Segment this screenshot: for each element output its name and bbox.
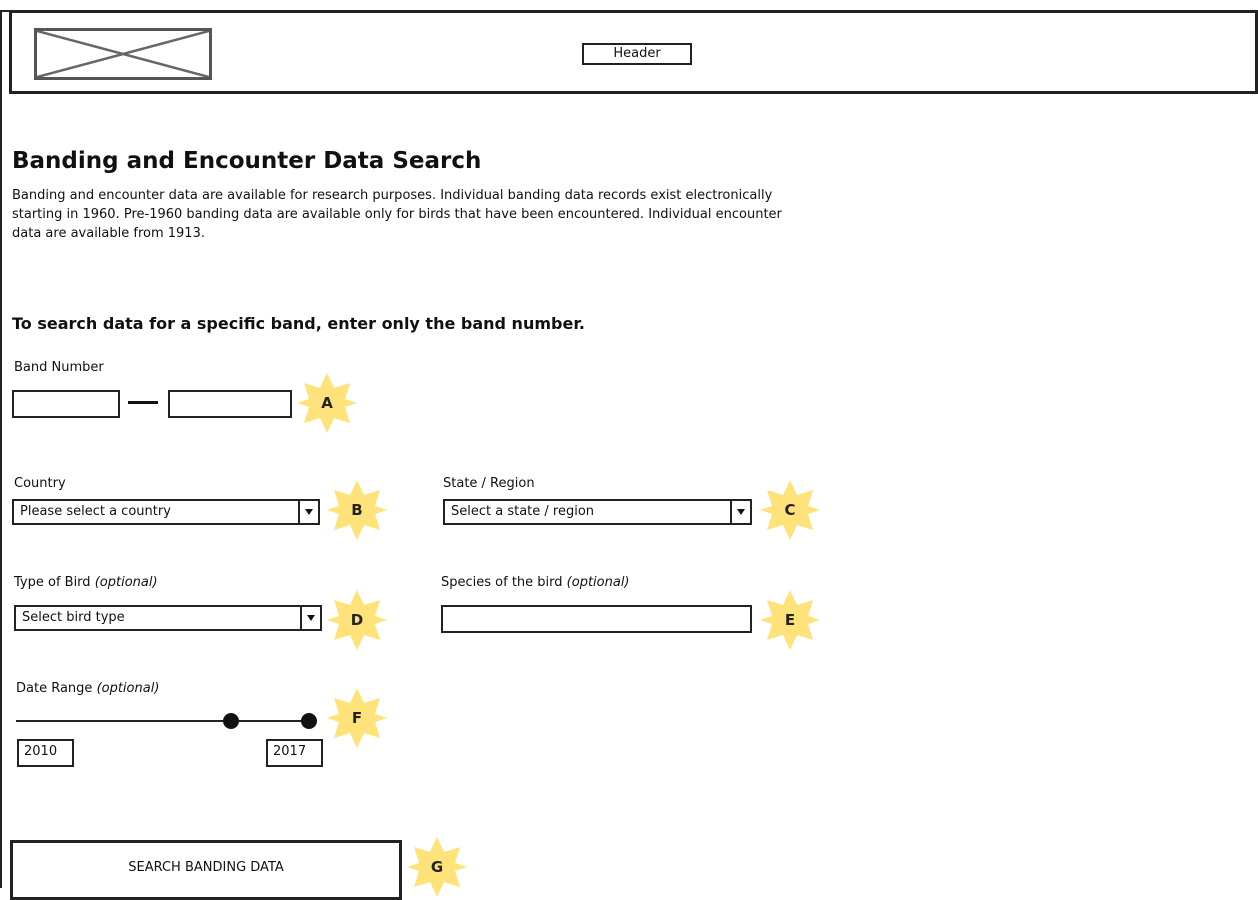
date-range-label-text: Date Range — [16, 681, 93, 696]
state-region-select[interactable]: Select a state / region — [443, 499, 752, 525]
logo-placeholder-icon — [34, 28, 212, 80]
page-frame — [0, 10, 1256, 888]
annotation-d-star-icon: D — [325, 588, 389, 652]
date-range-optional-hint: (optional) — [96, 681, 160, 696]
state-region-label: State / Region — [443, 476, 535, 491]
annotation-f-star-icon: F — [325, 686, 389, 750]
search-banding-data-button[interactable]: SEARCH BANDING DATA — [10, 840, 402, 900]
band-suffix-input[interactable] — [168, 390, 292, 418]
bird-type-label: Type of Bird (optional) — [14, 575, 158, 590]
state-region-select-value: Select a state / region — [451, 504, 595, 519]
annotation-d-label: D — [350, 611, 364, 629]
intro-paragraph: Banding and encounter data are available… — [12, 188, 782, 241]
annotation-a-label: A — [321, 394, 333, 412]
header-button[interactable]: Header — [582, 43, 692, 65]
bird-type-optional-hint: (optional) — [94, 575, 158, 590]
date-end-input[interactable]: 2017 — [266, 739, 323, 767]
chevron-down-icon[interactable] — [298, 501, 318, 523]
band-prefix-input[interactable] — [12, 390, 120, 418]
species-input[interactable] — [441, 605, 752, 633]
annotation-b-star-icon: B — [325, 478, 389, 542]
band-number-label: Band Number — [14, 360, 104, 375]
annotation-c-label: C — [784, 501, 796, 519]
country-select[interactable]: Please select a country — [12, 499, 320, 525]
date-range-start-handle[interactable] — [223, 713, 239, 729]
species-optional-hint: (optional) — [566, 575, 630, 590]
chevron-down-icon[interactable] — [300, 607, 320, 629]
band-separator — [128, 401, 158, 404]
annotation-f-label: F — [351, 709, 363, 727]
species-label-text: Species of the bird — [441, 575, 563, 590]
annotation-b-label: B — [351, 501, 363, 519]
species-label: Species of the bird (optional) — [441, 575, 630, 590]
bird-type-label-text: Type of Bird — [14, 575, 91, 590]
date-start-input[interactable]: 2010 — [17, 739, 74, 767]
header-bar: Header — [9, 10, 1258, 94]
band-search-instruction: To search data for a specific band, ente… — [12, 314, 585, 333]
date-range-end-handle[interactable] — [301, 713, 317, 729]
annotation-c-star-icon: C — [758, 478, 822, 542]
annotation-a-star-icon: A — [295, 371, 359, 435]
annotation-e-label: E — [784, 611, 796, 629]
date-range-slider-track[interactable] — [16, 720, 310, 722]
date-range-label: Date Range (optional) — [16, 681, 159, 696]
page-title: Banding and Encounter Data Search — [12, 148, 482, 174]
country-select-value: Please select a country — [20, 504, 171, 519]
bird-type-select-value: Select bird type — [22, 610, 125, 625]
annotation-e-star-icon: E — [758, 588, 822, 652]
chevron-down-icon[interactable] — [730, 501, 750, 523]
country-label: Country — [14, 476, 66, 491]
annotation-g-star-icon: G — [405, 835, 469, 899]
annotation-g-label: G — [430, 858, 444, 876]
bird-type-select[interactable]: Select bird type — [14, 605, 322, 631]
